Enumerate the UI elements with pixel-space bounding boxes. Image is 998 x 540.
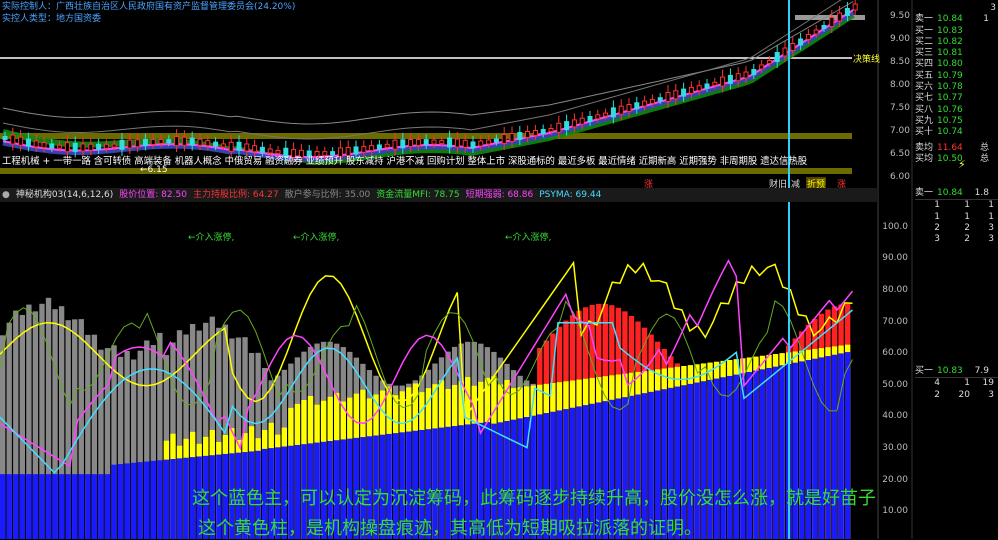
depth-row[interactable]: 买四 10.80 [915,59,998,70]
indicator-tick: 70.00 [882,317,908,327]
price-tick: 6.50 [889,149,910,159]
price-tick: 8.50 [889,57,910,67]
signal-label: ←介入涨停, [188,233,235,243]
support-band-lower [0,168,852,174]
top-volume: 3 [990,3,996,13]
price-tick: 8.00 [889,80,910,90]
avg-buy-row: 买均 10.50 总 [915,153,989,164]
signal-label: ←介入涨停, [293,233,340,243]
price-tick: 7.00 [889,126,910,136]
indicator-tick: 60.00 [882,348,908,358]
panel-header: 卖一 10.84 1.8 [915,188,998,201]
depth-row[interactable]: 卖一 10.84 1 [915,14,998,25]
panel-row: 223 [934,222,994,233]
panel-row: 111 [934,200,994,211]
decision-line-label: 决策线 [853,55,881,65]
indicator-toggle-icon[interactable]: ● [2,190,10,200]
indicator-value: PSYMA: 69.44 [539,190,602,200]
indicator-tick: 80.00 [882,285,908,295]
indicator-name[interactable]: 神秘机构03(14,6,12,6) [16,190,113,200]
order-book[interactable]: 3 卖一 10.84 1 买一 10.83 买二 10.82 买三 10.81 买四 10.80 买五… [915,3,998,165]
indicator-tick: 100.0 [882,222,908,232]
chart-canvas [0,0,913,539]
candles [2,0,858,164]
signal-label: ←介入涨停, [505,233,552,243]
price-tick: 9.50 [889,11,910,21]
depth-row[interactable]: 买一 10.83 [915,26,998,37]
controller-info: 实际控制人：广西壮族自治区人民政府国有资产监督管理委员会(24.20%) [2,2,296,12]
depth-row[interactable]: 买七 10.77 [915,93,998,104]
indicator-value: 股价位置: 82.50 [119,190,187,200]
annotation-blue: 这个蓝色主，可以认定为沉淀筹码，此筹码逐步持续升高，股价没怎么涨，就是好苗子 [192,488,876,509]
annotation-yellow: 这个黄色柱，是机构操盘痕迹，其高低为短期吸拉派落的证明。 [198,518,702,539]
lightning-icon: ⚡ [958,158,966,171]
order-book-panel-sell[interactable]: 卖一 10.84 1.8 111111223323 [915,188,998,245]
depth-row[interactable]: 买六 10.78 [915,82,998,93]
indicator-value: 短期强弱: 68.86 [465,190,534,200]
panel-row: 2 20 3 [934,389,994,400]
depth-row[interactable]: 买九 10.75 [915,116,998,127]
indicator-tick: 40.00 [882,411,908,421]
indicator-value: 资金流量MFI: 78.75 [376,190,460,200]
price-tick: 6.00 [889,172,910,182]
indicator-tick: 20.00 [882,475,908,485]
avg-sell-row: 卖均 11.64 总 [915,142,989,153]
panel-row: 111 [934,211,994,222]
depth-row[interactable]: 买八 10.76 [915,105,998,116]
indicator-values: 股价位置: 82.50 主力持股比例: 64.27 散户参与比例: 35.00 资金流… [119,190,607,200]
indicator-title-bar[interactable]: ● 神秘机构03(14,6,12,6) 股价位置: 82.50 主力持股比例: 64.… [0,188,878,202]
price-tick: 9.00 [889,34,910,44]
indicator-tick: 50.00 [882,380,908,390]
indicator-tick: 30.00 [882,443,908,453]
panel-row: 4 1 19 [934,378,994,389]
panel-row: 323 [934,234,994,245]
depth-row[interactable]: 买十 10.74 [915,127,998,138]
indicator-value: 散户参与比例: 35.00 [284,190,371,200]
depth-row[interactable]: 买三 10.81 [915,48,998,59]
controller-type-info: 实控人类型：地方国资委 [2,14,102,24]
price-chart[interactable] [0,0,865,174]
indicator-tick: 10.00 [882,506,908,516]
depth-levels: 卖一 10.84 1 买一 10.83 买二 10.82 买三 10.81 买四 10.80 买五 10… [915,14,998,138]
indicator-value: 主力持股比例: 64.27 [192,190,279,200]
concept-tags[interactable]: 工程机械 + 一带一路 含可转债 高端装备 机器人概念 中俄贸易 融资融券 业绩… [2,153,807,167]
price-tick: 7.50 [889,103,910,113]
depth-row[interactable]: 买五 10.79 [915,71,998,82]
order-book-panel-buy[interactable]: 买一 10.83 7.9 4 1 19 2 20 3 [915,366,998,401]
indicator-tick: 90.00 [882,253,908,263]
panel-header: 买一 10.83 7.9 [915,366,998,379]
depth-row[interactable]: 买二 10.82 [915,37,998,48]
